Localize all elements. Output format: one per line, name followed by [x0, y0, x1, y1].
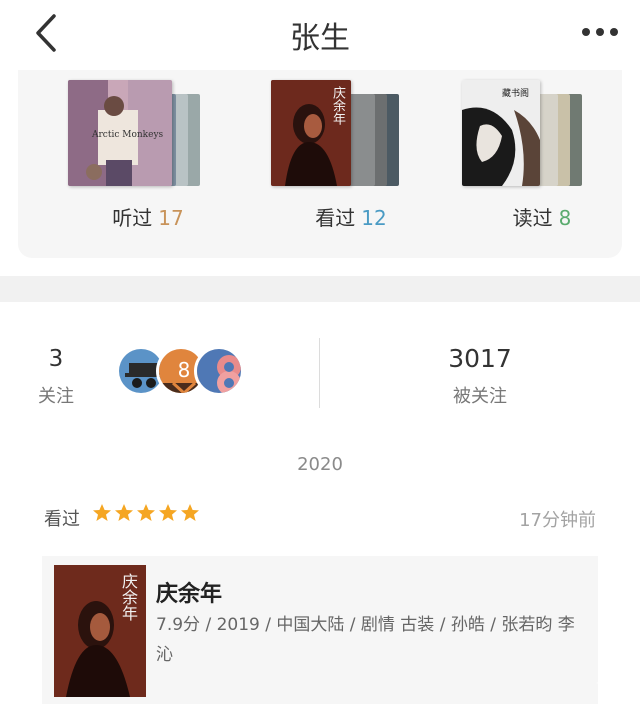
star-icon: [159, 504, 177, 521]
item-poster: 庆余年: [54, 565, 146, 697]
cover-stack: 藏书阁: [462, 80, 622, 190]
book-cover-text: 藏书阁: [502, 89, 530, 99]
rating-stars: [92, 503, 200, 527]
cover-stack: 庆余年: [271, 80, 431, 190]
shelf-music[interactable]: Arctic Monkeys 听过 17: [68, 80, 228, 250]
movie-poster-text: 庆余年: [330, 86, 345, 125]
collection-shelves: Arctic Monkeys 听过 17 庆余年 看过 12 藏书阁 读过 8: [18, 70, 622, 258]
activity-time: 17分钟前: [519, 510, 596, 531]
item-poster-text: 庆余年: [119, 573, 138, 621]
shelf-book[interactable]: 藏书阁 读过 8: [462, 80, 622, 250]
shelf-book-count: 8: [558, 206, 572, 230]
svg-text:8: 8: [178, 358, 191, 382]
star-icon: [137, 504, 155, 521]
movie-poster: 庆余年: [271, 80, 351, 186]
star-icon: [93, 504, 111, 521]
followers-label[interactable]: 被关注: [410, 382, 550, 408]
page-title: 张生: [290, 21, 350, 56]
album-cover-text: Arctic Monkeys: [92, 130, 164, 140]
cover-stack: Arctic Monkeys: [68, 80, 228, 190]
stats-divider: [319, 338, 320, 408]
watermark: 百家号: [595, 681, 632, 695]
item-meta: 7.9分 / 2019 / 中国大陆 / 剧情 古装 / 孙皓 / 张若昀 李沁: [156, 615, 575, 665]
activity-type: 看过: [44, 509, 80, 530]
following-avatars[interactable]: 8: [116, 346, 246, 398]
book-cover: 藏书阁: [462, 80, 540, 186]
top-bar: 张生: [0, 0, 640, 66]
shelf-movie[interactable]: 庆余年 看过 12: [271, 80, 431, 250]
album-cover: Arctic Monkeys: [68, 80, 172, 186]
shelf-music-count: 17: [158, 206, 184, 230]
shelf-book-label: 读过: [512, 206, 553, 230]
item-title[interactable]: 庆余年: [156, 576, 222, 608]
activity-item-card[interactable]: 庆余年 庆余年 7.9分 / 2019 / 中国大陆 / 剧情 古装 / 孙皓 …: [42, 556, 598, 704]
more-dots-icon[interactable]: [580, 24, 620, 40]
shelf-music-label: 听过: [112, 206, 153, 230]
shelf-movie-label: 看过: [315, 206, 356, 230]
followers-count[interactable]: 3017: [410, 344, 550, 373]
following-label[interactable]: 关注: [30, 382, 82, 408]
following-count[interactable]: 3: [30, 346, 82, 372]
shelf-movie-count: 12: [361, 206, 387, 230]
avatar[interactable]: [194, 346, 244, 396]
star-icon: [115, 504, 133, 521]
star-icon: [181, 504, 199, 521]
section-separator: [0, 276, 640, 302]
timeline-year: 2020: [297, 454, 343, 475]
